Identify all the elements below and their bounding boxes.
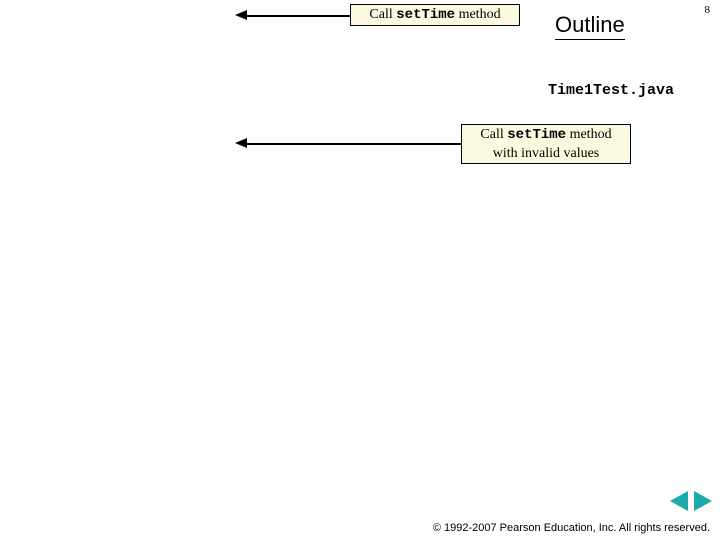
nav-controls <box>670 491 712 516</box>
page-number: 8 <box>705 4 711 16</box>
next-slide-icon[interactable] <box>694 491 712 511</box>
callout-text-prefix: Call <box>369 7 396 22</box>
callout-text-suffix: method <box>566 127 612 142</box>
arrow-line <box>246 143 461 145</box>
callout-text-suffix: method <box>455 7 501 22</box>
source-filename: Time1Test.java <box>548 82 674 99</box>
callout-code: setTime <box>396 7 455 23</box>
outline-heading: Outline <box>555 12 625 40</box>
callout-settime-invalid: Call setTime method with invalid values <box>461 124 631 164</box>
arrow-line <box>246 15 350 17</box>
prev-slide-icon[interactable] <box>670 491 688 511</box>
arrow-left-icon <box>235 10 247 20</box>
callout-settime: Call setTime method <box>350 4 520 26</box>
arrow-left-icon <box>235 138 247 148</box>
callout-text-line2: with invalid values <box>493 146 600 161</box>
copyright-footer: © 1992-2007 Pearson Education, Inc. All … <box>433 522 710 534</box>
callout-code: setTime <box>507 127 566 143</box>
callout-text-prefix: Call <box>480 127 507 142</box>
